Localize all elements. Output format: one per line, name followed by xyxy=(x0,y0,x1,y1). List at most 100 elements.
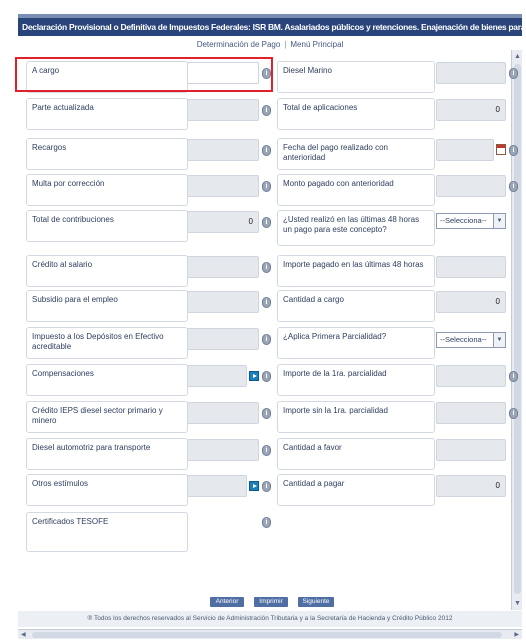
importe-48-horas-input xyxy=(436,256,506,278)
compensaciones-input xyxy=(187,365,247,387)
field-pago-48-horas: ¿Usted realizó en las últimas 48 horas u… xyxy=(277,210,435,246)
vertical-scrollbar[interactable]: ▲ ▼ xyxy=(511,50,522,610)
field-label: Total de aplicaciones xyxy=(283,103,358,112)
field-label: Total de contribuciones xyxy=(32,215,114,224)
field-otros-estimulos: Otros estímulos xyxy=(26,474,188,506)
field-total-contribuciones: Total de contribuciones xyxy=(26,210,188,242)
info-icon[interactable]: i xyxy=(262,105,271,116)
field-recargos: Recargos xyxy=(26,138,188,170)
info-icon[interactable]: i xyxy=(262,334,271,345)
info-icon[interactable]: i xyxy=(509,181,518,192)
vertical-scroll-thumb[interactable] xyxy=(514,64,521,594)
highlight-box xyxy=(15,57,273,92)
field-cantidad-pagar: Cantidad a pagar xyxy=(277,474,435,506)
field-certificados-tesofe: Certificados TESOFE xyxy=(26,512,188,552)
field-label: Fecha del pago realizado con anteriorida… xyxy=(283,143,388,162)
field-primera-parcialidad: ¿Aplica Primera Parcialidad? xyxy=(277,327,435,359)
declaration-page: Declaración Provisional o Definitiva de … xyxy=(0,0,526,643)
info-icon[interactable]: i xyxy=(509,408,518,419)
field-label: Crédito IEPS diesel sector primario y mi… xyxy=(32,406,163,425)
info-icon[interactable]: i xyxy=(262,145,271,156)
info-icon[interactable]: i xyxy=(509,68,518,79)
field-diesel-marino: Diesel Marino xyxy=(277,61,435,93)
footer-copyright: ® Todos los derechos reservados al Servi… xyxy=(18,611,522,627)
monto-pagado-input xyxy=(436,175,506,197)
info-icon[interactable]: i xyxy=(262,217,271,228)
field-credito-salario: Crédito al salario xyxy=(26,255,188,287)
multa-correccion-input xyxy=(187,175,259,197)
field-impuesto-depositos: Impuesto a los Depósitos en Efectivo acr… xyxy=(26,327,188,359)
subsidio-empleo-input xyxy=(187,291,259,313)
info-icon[interactable]: i xyxy=(262,371,271,382)
info-icon[interactable]: i xyxy=(262,181,271,192)
field-cantidad-favor: Cantidad a favor xyxy=(277,438,435,470)
pago-48-horas-select[interactable]: --Selecciona-- ▼ xyxy=(436,213,506,229)
field-subsidio-empleo: Subsidio para el empleo xyxy=(26,290,188,322)
scroll-up-icon[interactable]: ▲ xyxy=(513,52,522,61)
calendar-icon[interactable] xyxy=(496,144,506,155)
field-label: Cantidad a cargo xyxy=(283,295,344,304)
field-importe-sin-parcialidad: Importe sin la 1ra. parcialidad xyxy=(277,401,435,433)
info-icon[interactable]: i xyxy=(262,408,271,419)
field-label: Importe sin la 1ra. parcialidad xyxy=(283,406,388,415)
field-label: Parte actualizada xyxy=(32,103,94,112)
field-label: Subsidio para el empleo xyxy=(32,295,118,304)
imprimir-button[interactable]: Imprimir xyxy=(254,597,288,607)
field-label: Otros estímulos xyxy=(32,479,89,488)
field-label: Importe de la 1ra. parcialidad xyxy=(283,369,387,378)
field-fecha-pago: Fecha del pago realizado con anteriorida… xyxy=(277,138,435,170)
siguiente-button[interactable]: Siguiente xyxy=(298,597,334,607)
determinacion-link[interactable]: Determinación de Pago xyxy=(197,40,281,49)
field-label: Compensaciones xyxy=(32,369,94,378)
field-diesel-automotriz: Diesel automotriz para transporte xyxy=(26,438,188,470)
field-parte-actualizada: Parte actualizada xyxy=(26,98,188,130)
credito-ieps-input xyxy=(187,402,259,424)
cantidad-cargo-input: 0 xyxy=(436,291,506,313)
cantidad-pagar-input: 0 xyxy=(436,475,506,497)
calculator-icon[interactable] xyxy=(249,481,259,491)
field-label: ¿Usted realizó en las últimas 48 horas u… xyxy=(283,215,420,234)
otros-estimulos-input xyxy=(187,475,247,497)
field-credito-ieps: Crédito IEPS diesel sector primario y mi… xyxy=(26,401,188,433)
chevron-down-icon[interactable]: ▼ xyxy=(493,333,505,347)
field-multa-correccion: Multa por corrección xyxy=(26,174,188,206)
calculator-icon[interactable] xyxy=(249,371,259,381)
scroll-left-icon[interactable]: ◀ xyxy=(21,630,26,640)
anterior-button[interactable]: Anterior xyxy=(210,597,244,607)
field-label: Diesel automotriz para transporte xyxy=(32,443,151,452)
field-label: Cantidad a pagar xyxy=(283,479,345,488)
importe-1ra-parcialidad-input xyxy=(436,365,506,387)
horizontal-scrollbar[interactable]: ◀ ▶ xyxy=(18,629,522,639)
info-icon[interactable]: i xyxy=(509,371,518,382)
field-importe-48-horas: Importe pagado en las últimas 48 horas xyxy=(277,255,435,287)
field-label: Monto pagado con anterioridad xyxy=(283,179,394,188)
horizontal-scroll-thumb[interactable] xyxy=(32,632,502,638)
field-label: Multa por corrección xyxy=(32,179,105,188)
info-icon[interactable]: i xyxy=(509,145,518,156)
field-label: Cantidad a favor xyxy=(283,443,342,452)
select-value: --Selecciona-- xyxy=(440,335,487,344)
window-title: Declaración Provisional o Definitiva de … xyxy=(18,18,522,36)
nav-separator: | xyxy=(284,40,287,49)
info-icon[interactable]: i xyxy=(262,262,271,273)
cantidad-favor-input xyxy=(436,439,506,461)
scroll-right-icon[interactable]: ▶ xyxy=(514,630,519,640)
diesel-automotriz-input xyxy=(187,439,259,461)
credito-salario-input xyxy=(187,256,259,278)
info-icon[interactable]: i xyxy=(262,481,271,492)
primera-parcialidad-select[interactable]: --Selecciona-- ▼ xyxy=(436,332,506,348)
nav-links: Determinación de Pago | Menú Principal xyxy=(18,40,522,49)
scroll-down-icon[interactable]: ▼ xyxy=(513,599,522,608)
recargos-input xyxy=(187,139,259,161)
info-icon[interactable]: i xyxy=(262,445,271,456)
chevron-down-icon[interactable]: ▼ xyxy=(493,214,505,228)
field-compensaciones: Compensaciones xyxy=(26,364,188,396)
info-icon[interactable]: i xyxy=(262,517,271,528)
info-icon[interactable]: i xyxy=(262,297,271,308)
total-aplicaciones-input: 0 xyxy=(436,99,506,121)
field-label: Importe pagado en las últimas 48 horas xyxy=(283,260,424,269)
menu-principal-link[interactable]: Menú Principal xyxy=(290,40,343,49)
field-cantidad-cargo: Cantidad a cargo xyxy=(277,290,435,322)
impuesto-depositos-input xyxy=(187,328,259,350)
diesel-marino-input xyxy=(436,62,506,84)
